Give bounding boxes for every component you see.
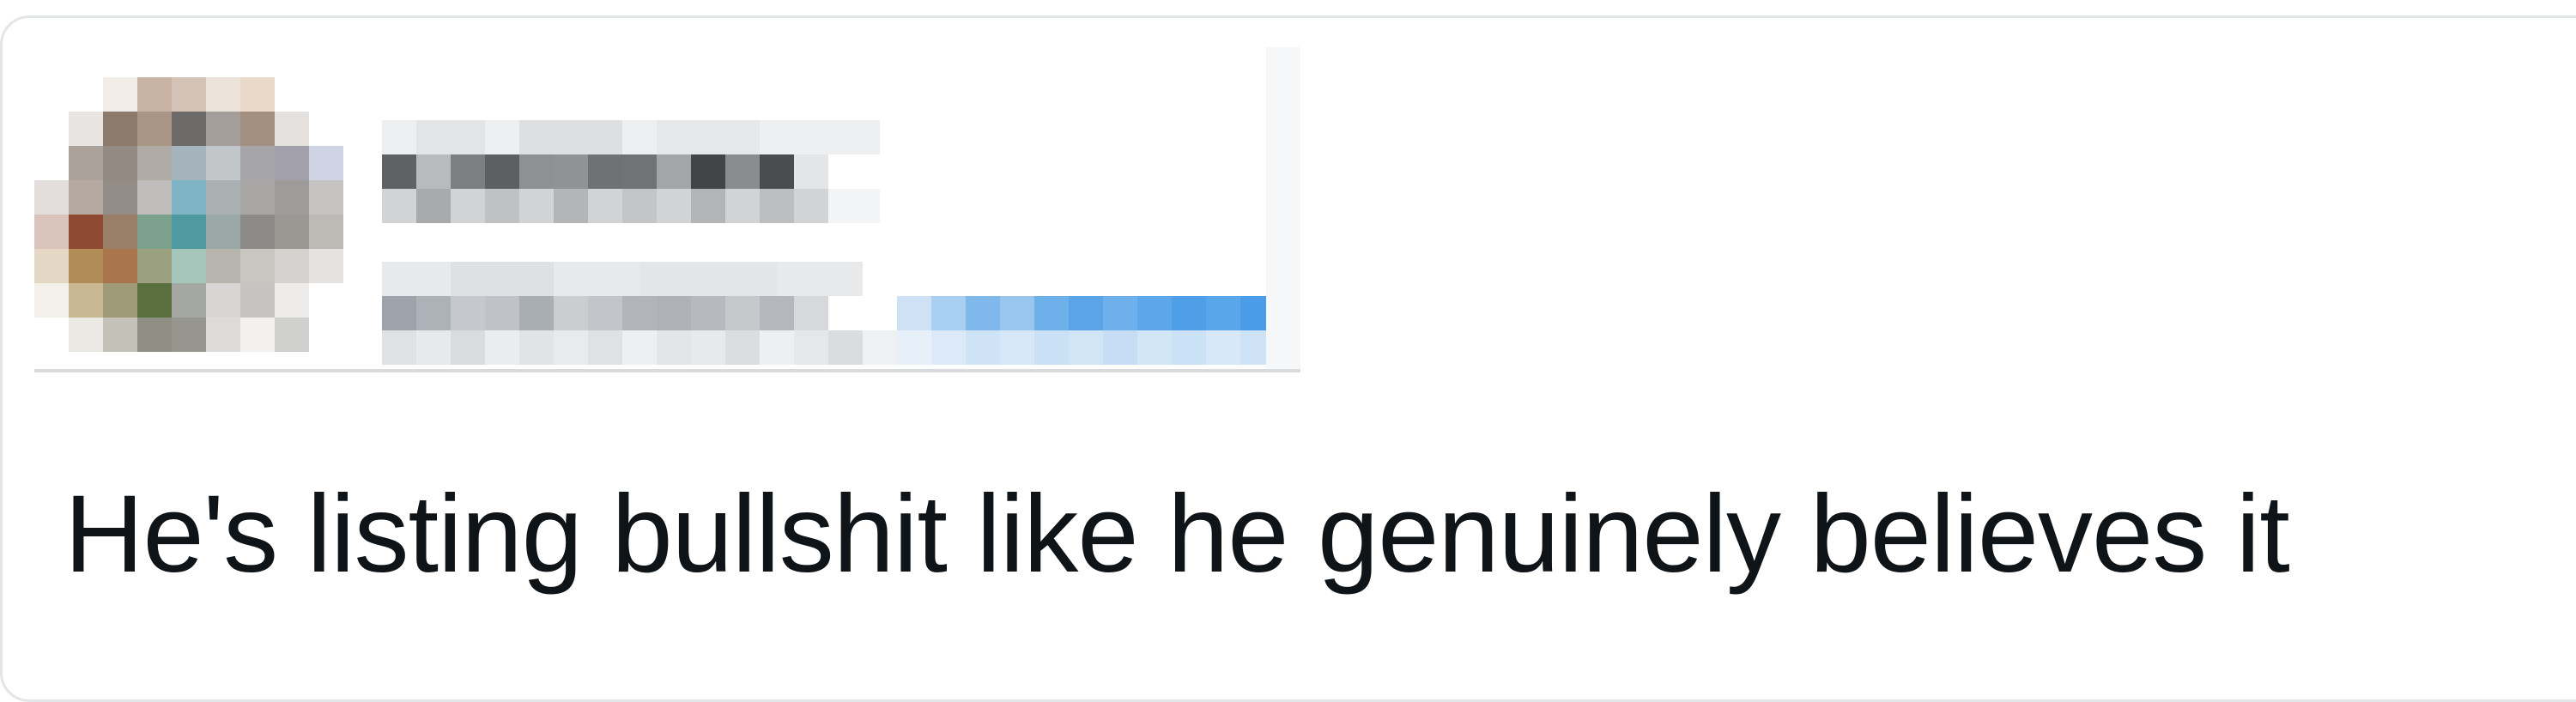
author-header-blurred	[34, 47, 1300, 372]
header-edge	[1266, 47, 1300, 369]
handle-and-timestamp-blurred[interactable]	[382, 262, 1300, 365]
avatar[interactable]	[34, 77, 356, 369]
tweet-text: He's listing bullshit like he genuinely …	[64, 473, 2290, 596]
display-name-blurred[interactable]	[382, 120, 880, 223]
